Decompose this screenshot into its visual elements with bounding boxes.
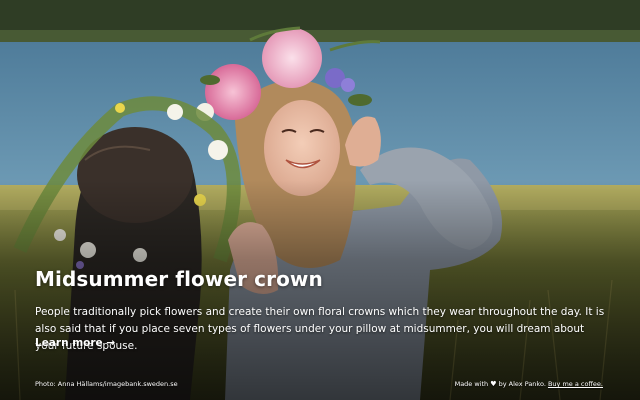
new-tab-hero: Midsummer flower crown People traditiona… (0, 0, 640, 400)
made-with-footer: Made with ♥ by Alex Panko. Buy me a coff… (455, 380, 603, 388)
made-with-text: Made with (454, 380, 489, 388)
author-text: by Alex Panko. (498, 380, 546, 388)
heart-icon: ♥ (490, 380, 497, 388)
hero-description: People traditionally pick flowers and cr… (35, 306, 605, 352)
buy-me-coffee-link[interactable]: Buy me a coffee. (548, 380, 603, 388)
hero-title: Midsummer flower crown (35, 267, 323, 291)
photo-credit: Photo: Anna Hällams/imagebank.sweden.se (35, 380, 178, 388)
learn-more-link[interactable]: Learn more → (35, 337, 115, 349)
